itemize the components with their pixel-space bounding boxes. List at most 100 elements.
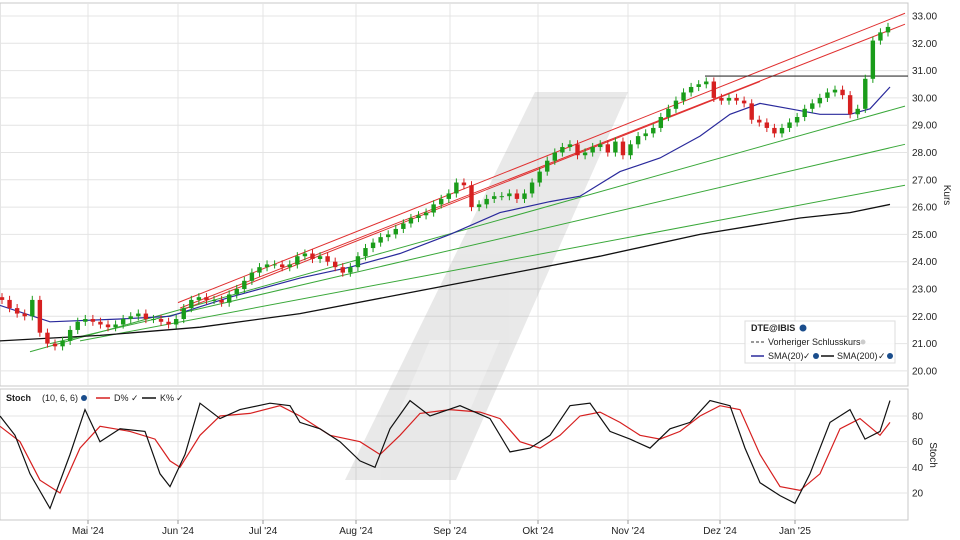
stoch-title: Stoch: [6, 393, 31, 403]
candle-body: [22, 313, 27, 317]
check-icon[interactable]: ✓: [176, 393, 184, 403]
candle-body: [378, 237, 383, 243]
info-icon[interactable]: [887, 353, 893, 359]
candle-body: [158, 319, 164, 322]
candle-body: [461, 182, 467, 186]
candle-body: [120, 319, 126, 325]
candle-body: [325, 256, 330, 262]
candle-body: [310, 253, 315, 259]
stoch-tick-label: 80: [912, 412, 924, 423]
candle-body: [878, 32, 883, 41]
candle-body: [393, 228, 398, 235]
x-tick-label: Dez '24: [703, 526, 737, 537]
info-icon[interactable]: [81, 395, 87, 401]
candle-body: [817, 97, 823, 104]
candle-body: [651, 127, 656, 134]
info-icon[interactable]: [813, 353, 819, 359]
candle-body: [264, 264, 270, 268]
candle-body: [408, 218, 414, 224]
candle-body: [143, 313, 149, 320]
candle-body: [75, 321, 80, 330]
x-tick-label: Mai '24: [72, 526, 104, 537]
toggle-icon[interactable]: [860, 339, 866, 345]
price-tick-label: 33.00: [912, 12, 937, 23]
candle-body: [173, 319, 179, 325]
candle-body: [14, 308, 20, 314]
x-tick-label: Jan '25: [779, 526, 811, 537]
legend-sma200: SMA(200): [837, 351, 878, 361]
candle-body: [30, 299, 35, 317]
candle-body: [60, 340, 65, 347]
candle-body: [537, 171, 542, 183]
candle-body: [810, 103, 815, 109]
candle-body: [7, 299, 12, 309]
candle-body: [439, 198, 444, 205]
candle-body: [802, 108, 807, 118]
price-tick-label: 30.00: [912, 93, 937, 104]
candle-body: [726, 97, 732, 101]
candle-body: [529, 182, 535, 194]
stoch-axis-label: Stoch: [927, 442, 938, 468]
candle-body: [90, 319, 96, 322]
candle-body: [847, 95, 853, 115]
candle-body: [0, 297, 5, 300]
candle-body: [302, 253, 308, 257]
x-tick-label: Okt '24: [522, 526, 554, 537]
candle-body: [635, 136, 641, 145]
stoch-params: (10, 6, 6): [42, 393, 78, 403]
candle-body: [492, 196, 497, 199]
candle-body: [484, 198, 489, 205]
x-tick-label: Aug '24: [339, 526, 373, 537]
legend-d: D%: [114, 393, 129, 403]
candle-body: [787, 122, 792, 128]
legend-title: DTE@IBIS: [751, 323, 795, 333]
price-tick-label: 22.00: [912, 312, 937, 323]
stoch-tick-label: 60: [912, 437, 924, 448]
candle-body: [363, 248, 368, 257]
check-icon[interactable]: ✓: [878, 351, 886, 361]
candle-body: [128, 316, 133, 320]
x-tick-label: Nov '24: [611, 526, 645, 537]
candle-body: [628, 144, 633, 156]
price-tick-label: 20.00: [912, 366, 937, 377]
check-icon[interactable]: ✓: [803, 351, 811, 361]
candle-body: [249, 272, 255, 281]
candle-body: [166, 321, 171, 325]
candle-body: [476, 204, 482, 208]
stoch-y-axis: 80 60 40 20: [912, 412, 924, 500]
candle-body: [545, 160, 550, 172]
candle-body: [514, 193, 520, 199]
candle-body: [643, 133, 648, 137]
candle-body: [704, 81, 709, 85]
candle-body: [507, 193, 512, 197]
legend-k: K%: [160, 393, 174, 403]
check-icon[interactable]: ✓: [131, 393, 139, 403]
candle-body: [386, 234, 391, 238]
price-tick-label: 25.00: [912, 230, 937, 241]
candle-body: [401, 223, 406, 229]
candle-body: [196, 297, 202, 300]
candle-body: [45, 332, 50, 344]
candle-body: [711, 81, 717, 98]
candle-body: [416, 215, 421, 219]
candle-body: [226, 294, 232, 303]
candle-body: [67, 329, 73, 341]
stoch-tick-label: 20: [912, 489, 924, 500]
candle-body: [181, 308, 186, 320]
candle-body: [431, 204, 436, 213]
price-tick-label: 21.00: [912, 339, 937, 350]
candle-body: [885, 26, 891, 33]
x-tick-label: Jun '24: [162, 526, 194, 537]
price-y-axis: 33.00 32.00 31.00 30.00 29.00 28.00 27.00 26.00…: [912, 12, 937, 378]
price-tick-label: 32.00: [912, 39, 937, 50]
info-icon[interactable]: [799, 324, 807, 332]
price-tick-label: 23.00: [912, 285, 937, 296]
legend: DTE@IBIS Vorheriger Schlusskurs SMA(20) …: [744, 320, 896, 364]
candle-body: [446, 193, 451, 199]
candle-body: [355, 256, 361, 268]
stoch-tick-label: 40: [912, 463, 924, 474]
candle-body: [52, 343, 58, 347]
candle-body: [613, 141, 618, 153]
x-tick-label: Sep '24: [433, 526, 467, 537]
legend-prev-close: Vorheriger Schlusskurs: [768, 337, 861, 347]
